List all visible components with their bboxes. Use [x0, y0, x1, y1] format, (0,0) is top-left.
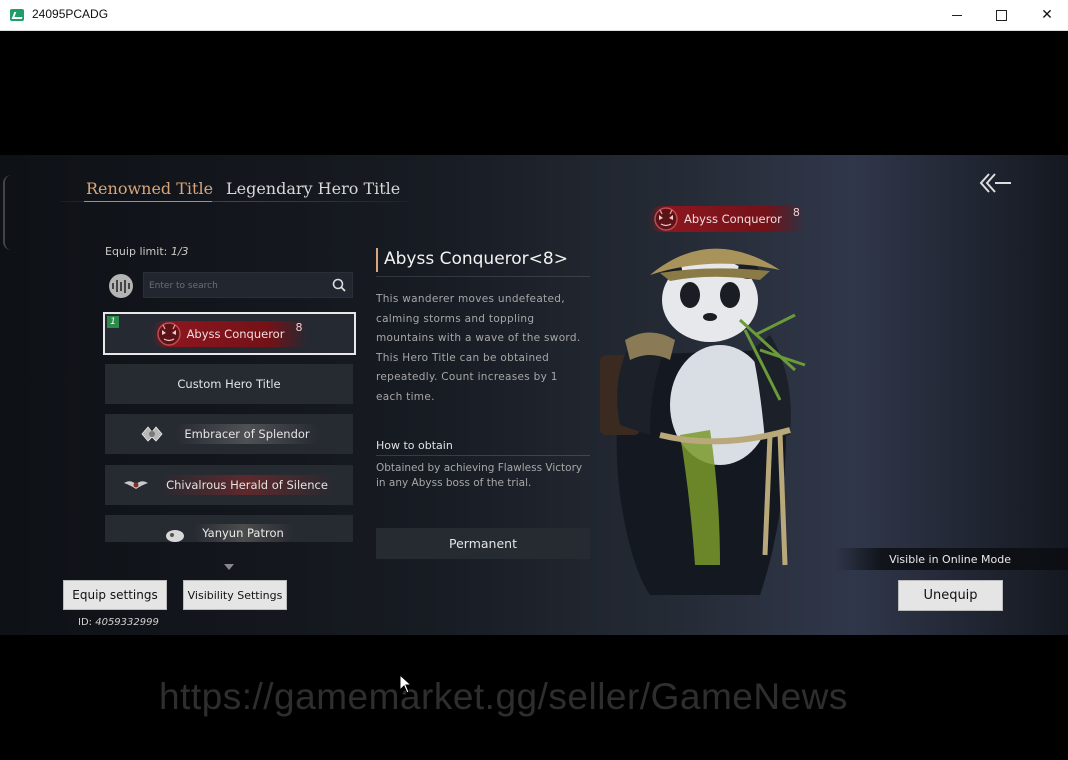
- character-badge-count: 8: [792, 206, 800, 219]
- unequip-button[interactable]: Unequip: [898, 580, 1003, 611]
- character-title-badge: Abyss Conqueror 8: [648, 206, 806, 232]
- search-box: [143, 272, 353, 298]
- scroll-down-icon[interactable]: [224, 564, 234, 570]
- title-count: 8: [295, 320, 303, 334]
- cloud-crest-icon: [166, 530, 185, 542]
- title-item-embracer-of-splendor[interactable]: Embracer of Splendor: [105, 414, 353, 454]
- player-id-value: 4059332999: [95, 617, 159, 628]
- visible-online-label: Visible in Online Mode: [835, 548, 1068, 570]
- title-item-chivalrous-herald-of-silence[interactable]: Chivalrous Herald of Silence: [105, 465, 353, 505]
- minimize-icon[interactable]: [934, 0, 980, 30]
- equip-settings-button[interactable]: Equip settings: [63, 580, 167, 610]
- equip-limit-value: 1/3: [170, 245, 189, 258]
- demon-mask-icon: [156, 321, 181, 346]
- detail-description: This wanderer moves undefeated, calming …: [376, 293, 581, 403]
- tab-legendary-hero-title[interactable]: Legendary Hero Title: [226, 179, 400, 198]
- title-item-label: Custom Hero Title: [177, 377, 281, 391]
- visibility-settings-button[interactable]: Visibility Settings: [183, 580, 287, 610]
- title-item-label: Abyss Conqueror: [186, 326, 285, 341]
- equip-slot-number: 1: [107, 316, 119, 328]
- abyss-conqueror-badge: Abyss Conqueror 8: [150, 320, 309, 347]
- search-input[interactable]: [147, 276, 326, 296]
- player-id-label: ID:: [78, 617, 93, 628]
- voice-search-button[interactable]: [109, 274, 133, 298]
- title-item-label: Embracer of Splendor: [174, 424, 320, 444]
- title-item-custom-hero-title[interactable]: Custom Hero Title: [105, 364, 353, 404]
- mouse-cursor-icon: [399, 674, 413, 694]
- how-to-obtain-heading: How to obtain: [376, 439, 453, 452]
- silver-crest-icon: [141, 426, 163, 442]
- search-icon[interactable]: [332, 278, 346, 292]
- demon-mask-icon: [654, 207, 678, 231]
- panel-edge: [3, 175, 13, 250]
- title-item-label: Yanyun Patron: [192, 524, 294, 542]
- maximize-icon[interactable]: [978, 0, 1024, 30]
- duration-badge: Permanent: [376, 528, 590, 559]
- window-titlebar: 24095PCADG ✕: [0, 0, 1068, 31]
- equip-limit-label: Equip limit:: [105, 245, 168, 258]
- close-icon[interactable]: ✕: [1024, 0, 1068, 30]
- tab-renowned-title[interactable]: Renowned Title: [86, 179, 213, 198]
- winged-crest-icon: [124, 481, 149, 489]
- detail-title: Abyss Conqueror<8>: [384, 249, 568, 269]
- active-tab-underline: [84, 201, 212, 202]
- abyss-conqueror-badge: Abyss Conqueror 8: [648, 206, 806, 232]
- player-id: ID: 4059332999: [78, 617, 159, 628]
- window-title: 24095PCADG: [32, 7, 109, 21]
- detail-accent-bar: [376, 248, 378, 272]
- how-to-obtain-text: Obtained by achieving Flawless Victory i…: [376, 462, 583, 489]
- detail-divider: [376, 276, 590, 277]
- watermark-text: https://gamemarket.gg/seller/GameNews: [159, 676, 848, 717]
- back-arrow-icon: [979, 173, 1011, 193]
- how-to-obtain-divider: [376, 455, 590, 456]
- equip-limit: Equip limit: 1/3: [105, 245, 189, 258]
- panda-character: [600, 248, 806, 595]
- back-button[interactable]: [978, 170, 1014, 196]
- character-badge-label: Abyss Conqueror: [684, 212, 782, 226]
- app-icon: [10, 9, 24, 21]
- title-item-label: Chivalrous Herald of Silence: [158, 475, 336, 495]
- title-item-abyss-conqueror[interactable]: 1 Abyss Conqueror 8: [103, 312, 356, 355]
- microphone-icon: [112, 279, 130, 293]
- title-item-yanyun-patron[interactable]: Yanyun Patron: [105, 515, 353, 542]
